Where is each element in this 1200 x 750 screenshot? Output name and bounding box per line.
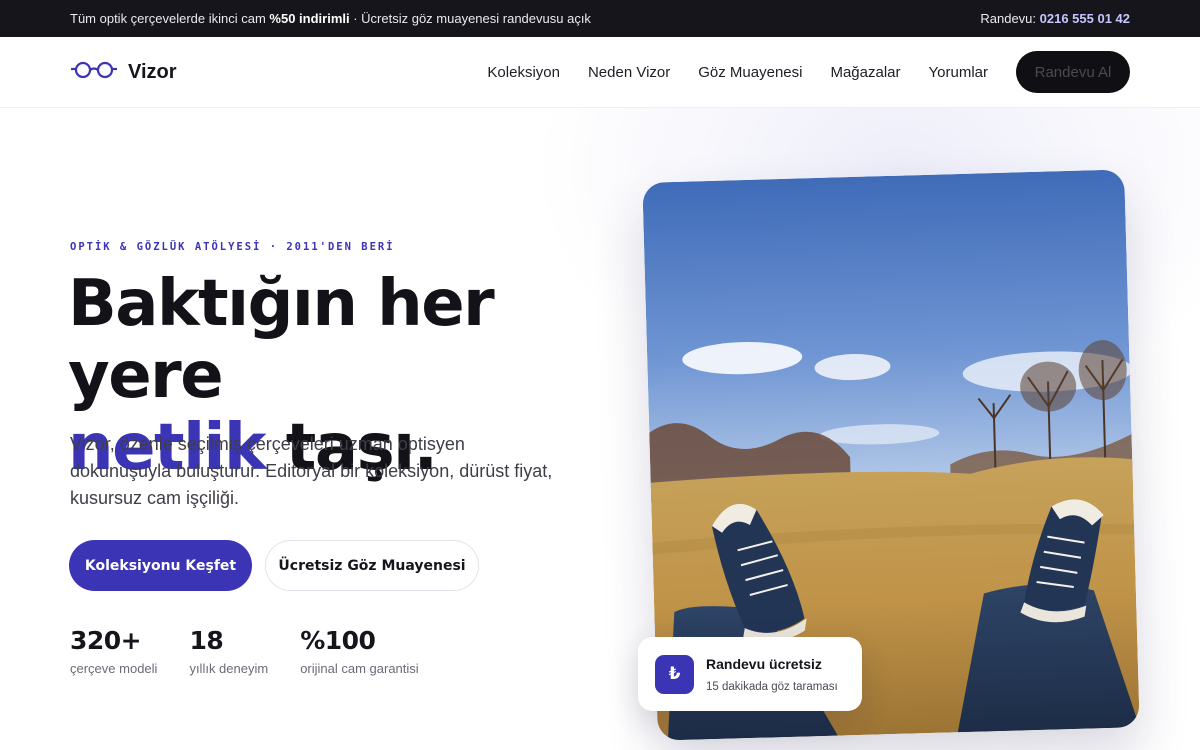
stat-label: orijinal cam garantisi [300, 661, 419, 676]
badge-title: Randevu ücretsiz [706, 655, 822, 672]
promo-highlight: %50 indirimli [269, 11, 350, 26]
explore-collection-button[interactable]: Koleksiyonu Keşfet [69, 540, 252, 591]
main-nav: Koleksiyon Neden Vizor Göz Muayenesi Mağ… [487, 51, 1130, 93]
promo-text-after: · Ücretsiz göz muayenesi randevusu açık [349, 11, 591, 26]
promo-bar: Tüm optik çerçevelerde ikinci cam %50 in… [0, 0, 1200, 37]
phone-number[interactable]: 0216 555 01 42 [1040, 11, 1130, 26]
appointment-button[interactable]: Randevu Al [1016, 51, 1130, 93]
promo-text-before: Tüm optik çerçevelerde ikinci cam [70, 11, 270, 26]
stat-item: %100 orijinal cam garantisi [300, 626, 419, 676]
brand-logo[interactable]: Vizor [70, 61, 177, 84]
nav-stores[interactable]: Mağazalar [830, 64, 900, 81]
promo-phone: Randevu: 0216 555 01 42 [980, 11, 1130, 26]
nav-why-vizor[interactable]: Neden Vizor [588, 64, 670, 81]
headline-line-1: Baktığın her yere [68, 267, 495, 413]
stat-item: 320+ çerçeve modeli [70, 626, 157, 676]
stat-value: %100 [300, 626, 376, 655]
stat-label: çerçeve modeli [70, 661, 158, 676]
site-header: Vizor Koleksiyon Neden Vizor Göz Muayene… [0, 37, 1200, 108]
free-appointment-card: ₺ Randevu ücretsiz 15 dakikada göz taram… [638, 637, 862, 711]
stat-value: 320+ [70, 626, 142, 655]
lira-icon: ₺ [655, 654, 694, 694]
brand-name: Vizor [128, 60, 177, 83]
hero-lead: Vizor, özenle seçilmiş çerçeveleri uzman… [70, 434, 553, 508]
nav-eye-exam[interactable]: Göz Muayenesi [698, 64, 802, 81]
badge-subtitle: 15 dakikada göz taraması [706, 680, 838, 693]
hero-stats: 320+ çerçeve modeli 18 yıllık deneyim %1… [70, 626, 451, 676]
stat-item: 18 yıllık deneyim [189, 626, 268, 676]
stat-label: yıllık deneyim [189, 661, 269, 676]
nav-collection[interactable]: Koleksiyon [487, 64, 560, 81]
phone-label: Randevu: [980, 11, 1040, 26]
glasses-icon [70, 61, 118, 84]
free-eye-exam-button[interactable]: Ücretsiz Göz Muayenesi [265, 540, 479, 591]
hero-eyebrow: OPTİK & GÖZLÜK ATÖLYESİ · 2011'DEN BERİ [70, 241, 395, 253]
stat-value: 18 [189, 626, 224, 655]
nav-reviews[interactable]: Yorumlar [929, 64, 988, 81]
badge-text: Randevu ücretsiz 15 dakikada göz taramas… [706, 656, 838, 693]
promo-message: Tüm optik çerçevelerde ikinci cam %50 in… [70, 11, 591, 26]
